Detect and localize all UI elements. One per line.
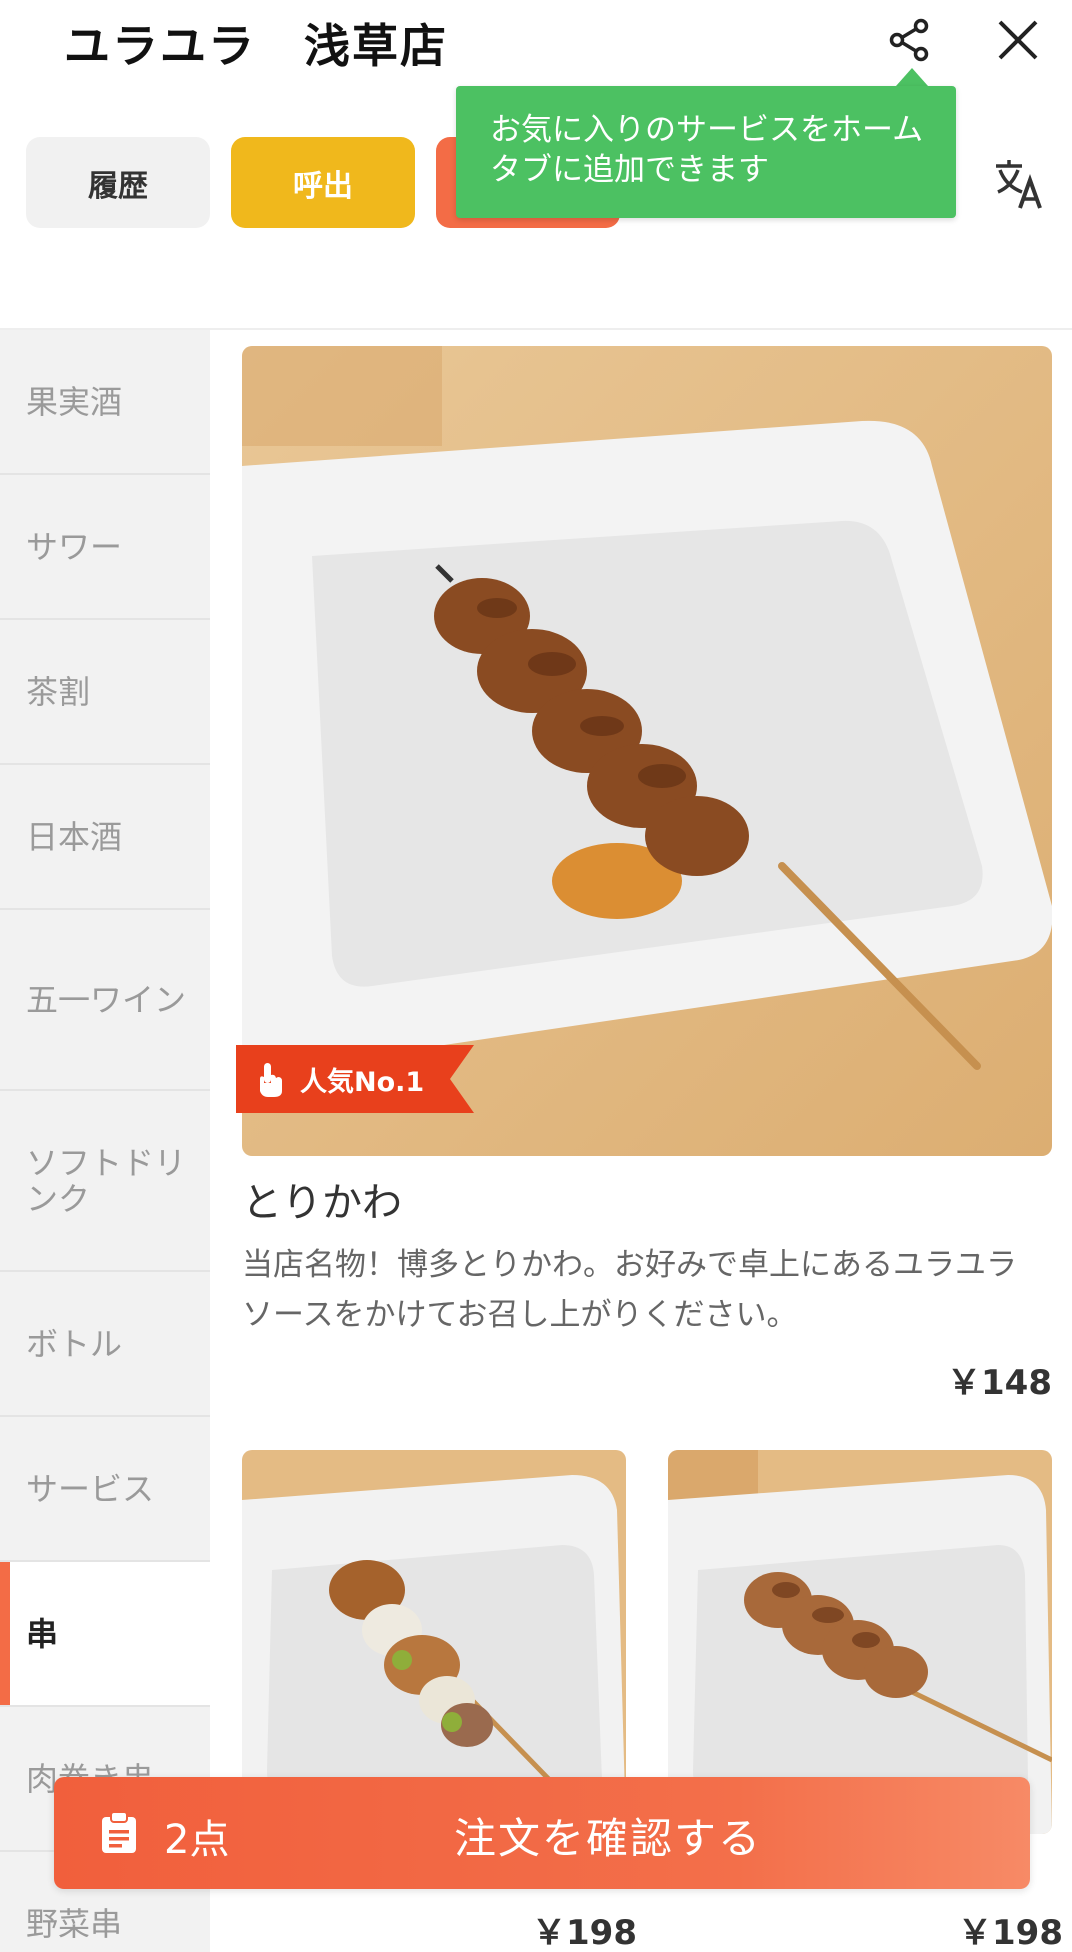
category-item[interactable]: ボトル — [0, 1272, 210, 1417]
confirm-order-label: 注文を確認する — [454, 1814, 763, 1863]
category-sidebar: 果実酒 サワー 茶割 日本酒 五一ワイン ソフトドリンク ボトル サービス 串 … — [0, 330, 210, 1952]
favorite-tooltip[interactable]: お気に入りのサービスをホームタブに追加できます — [456, 86, 956, 218]
category-item[interactable]: 茶割 — [0, 620, 210, 765]
history-button[interactable]: 履歴 — [26, 137, 210, 228]
category-item-active[interactable]: 串 — [0, 1562, 210, 1707]
category-item[interactable]: サワー — [0, 475, 210, 620]
share-icon — [889, 18, 929, 62]
translate-button[interactable] — [984, 148, 1056, 220]
item-price: ￥148 — [947, 1363, 1052, 1403]
share-button[interactable] — [878, 8, 942, 72]
translate-icon — [996, 160, 1042, 209]
item-name[interactable]: とりかわ — [242, 1170, 402, 1228]
item-description: 当店名物！博多とりかわ。お好みで卓上にあるユラユラソースをかけてお召し上がりくだ… — [242, 1247, 1017, 1333]
category-item[interactable]: 日本酒 — [0, 765, 210, 910]
featured-item-image[interactable] — [242, 346, 1052, 1156]
clipboard-icon — [102, 1811, 136, 1853]
skewer-photo — [242, 346, 1052, 1156]
call-staff-button[interactable]: 呼出 — [231, 137, 415, 228]
confirm-order-button[interactable]: 2点 注文を確認する — [54, 1777, 1030, 1889]
menu-content: 人気No.1 とりかわ 当店名物！博多とりかわ。お好みで卓上にあるユラユラソース… — [210, 330, 1072, 1952]
tap-hand-icon — [260, 1063, 282, 1097]
popularity-badge: 人気No.1 — [236, 1045, 474, 1113]
category-item[interactable]: 果実酒 — [0, 330, 210, 475]
close-icon — [998, 20, 1038, 60]
header: ユラユラ 浅草店 履歴 呼出 お気に入りのサービスをホームタブに追加できます — [0, 0, 1072, 330]
category-item[interactable]: 五一ワイン — [0, 910, 210, 1091]
app-screen: ユラユラ 浅草店 履歴 呼出 お気に入りのサービスをホームタブに追加できます 果… — [0, 0, 1072, 1952]
order-count: 2点 — [164, 1817, 230, 1863]
card-price: ￥198 — [532, 1913, 637, 1952]
category-item[interactable]: ソフトドリンク — [0, 1091, 210, 1272]
category-item[interactable]: サービス — [0, 1417, 210, 1562]
card-price: ￥198 — [958, 1913, 1063, 1952]
close-button[interactable] — [986, 8, 1050, 72]
tooltip-arrow — [896, 68, 928, 86]
badge-label: 人気No.1 — [300, 1066, 425, 1098]
page-title: ユラユラ 浅草店 — [64, 19, 448, 73]
